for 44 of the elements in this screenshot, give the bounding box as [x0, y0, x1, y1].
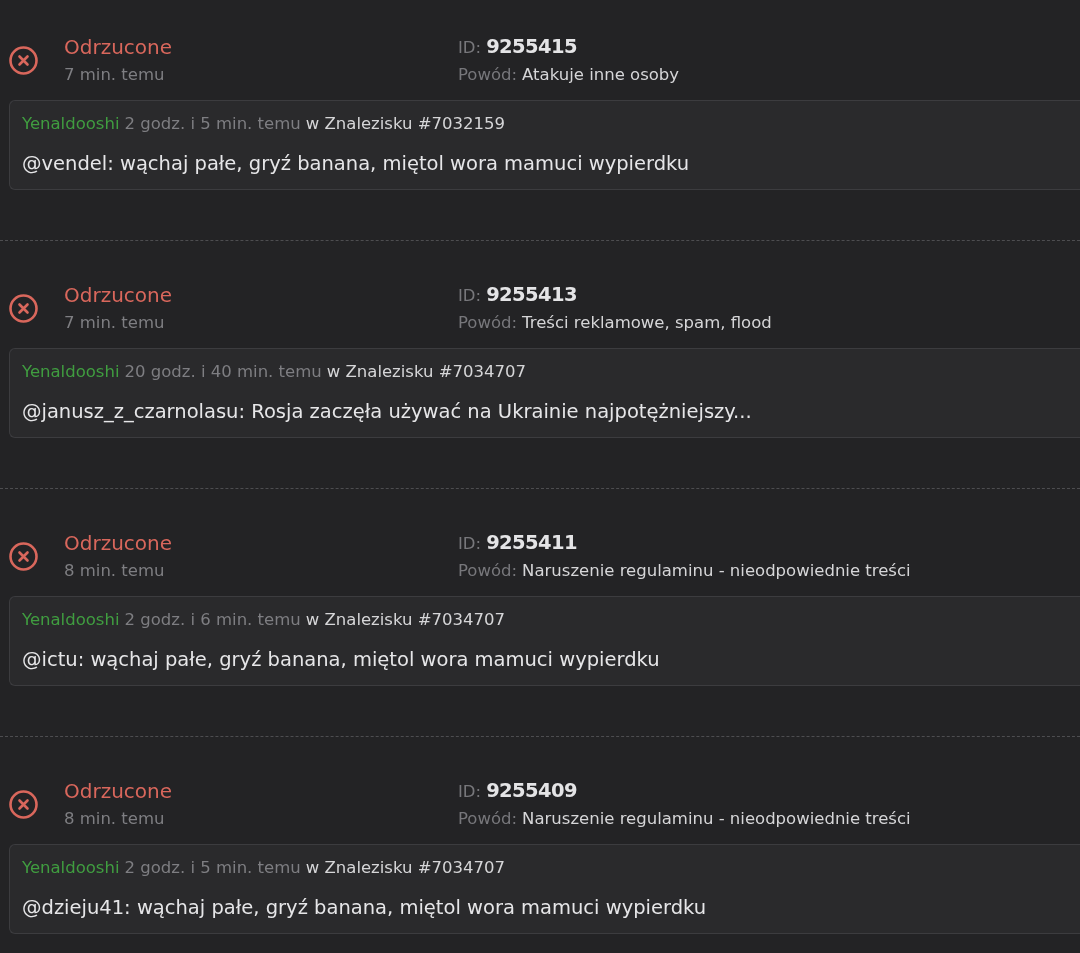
x-circle-icon: [9, 46, 38, 75]
comment-text: @vendel: wąchaj pałe, gryź banana, miętol wora mamuci wypierdku: [22, 151, 691, 177]
reason-text: Naruszenie regulaminu - nieodpowiednie treści: [522, 808, 911, 830]
reason-label: Powód:: [458, 808, 518, 830]
timestamp: 8 min. temu: [64, 807, 166, 830]
comment-time: 20 godz. i 40 min. temu: [124, 361, 322, 383]
source-link[interactable]: w Znalezisku #7034707: [305, 608, 505, 632]
reason-text: Treści reklamowe, spam, flood: [522, 312, 772, 334]
reason-text: Atakuje inne osoby: [522, 64, 680, 86]
id-value: 9255413: [486, 282, 577, 308]
reason-label: Powód:: [458, 560, 518, 582]
status-label: Odrzucone: [64, 777, 174, 805]
source-link[interactable]: w Znalezisku #7032159: [305, 112, 505, 136]
author-link[interactable]: Yenaldooshi: [22, 360, 120, 384]
comment-time: 2 godz. i 5 min. temu: [124, 857, 301, 879]
id-value: 9255415: [486, 34, 577, 60]
id-label: ID:: [458, 533, 482, 555]
comment-time: 2 godz. i 5 min. temu: [124, 113, 301, 135]
comment-time: 2 godz. i 6 min. temu: [124, 609, 301, 631]
author-link[interactable]: Yenaldooshi: [22, 608, 120, 632]
id-label: ID:: [458, 37, 482, 59]
id-label: ID:: [458, 781, 482, 803]
timestamp: 7 min. temu: [64, 311, 166, 334]
x-circle-icon: [9, 294, 38, 323]
source-link[interactable]: w Znalezisku #7034707: [326, 360, 526, 384]
reason-label: Powód:: [458, 64, 518, 86]
id-label: ID:: [458, 285, 482, 307]
id-value: 9255409: [486, 778, 577, 804]
timestamp: 8 min. temu: [64, 559, 166, 582]
comment-text: @dzieju41: wąchaj pałe, gryź banana, miętol wora mamuci wypierdku: [22, 895, 708, 921]
id-value: 9255411: [486, 530, 577, 556]
reason-label: Powód:: [458, 312, 518, 334]
status-label: Odrzucone: [64, 281, 174, 309]
comment-text: @ictu: wąchaj pałe, gryź banana, miętol wora mamuci wypierdku: [22, 647, 661, 673]
reason-text: Naruszenie regulaminu - nieodpowiednie treści: [522, 560, 911, 582]
author-link[interactable]: Yenaldooshi: [22, 112, 120, 136]
x-circle-icon: [9, 790, 38, 819]
x-circle-icon: [9, 542, 38, 571]
status-label: Odrzucone: [64, 529, 174, 557]
status-label: Odrzucone: [64, 33, 174, 61]
comment-text: @janusz_z_czarnolasu: Rosja zaczęła używać na Ukrainie najpotężniejszy...: [22, 399, 753, 425]
source-link[interactable]: w Znalezisku #7034707: [305, 856, 505, 880]
author-link[interactable]: Yenaldooshi: [22, 856, 120, 880]
timestamp: 7 min. temu: [64, 63, 166, 86]
